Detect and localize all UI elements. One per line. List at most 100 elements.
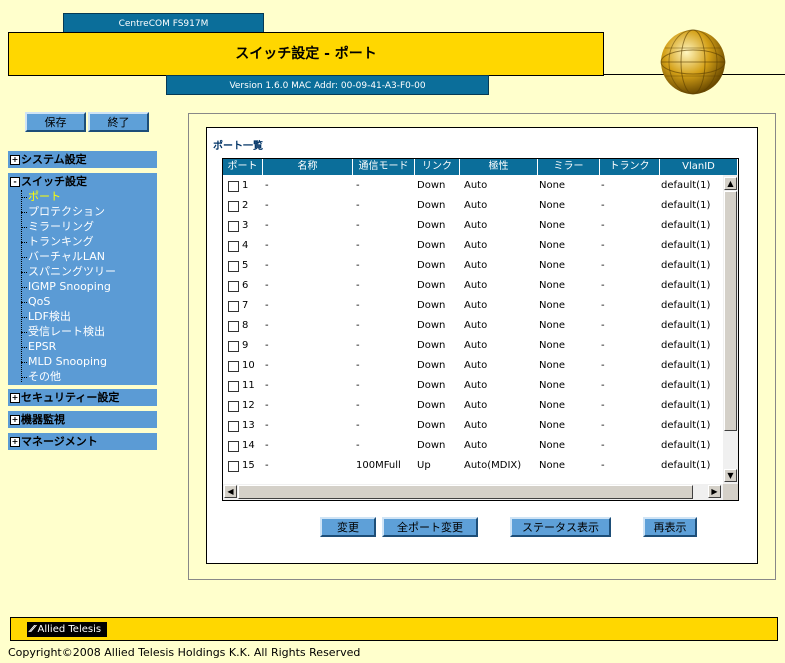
scroll-up-arrow-icon[interactable]: ▲ [724,177,737,190]
col-mirror[interactable]: ミラー [538,159,600,175]
port-checkbox[interactable] [228,261,239,272]
nav-item-vlan[interactable]: バーチャルLAN [28,250,105,264]
cell-link: Down [417,240,446,251]
table-row: 8 - - Down Auto None - default(1) [223,316,723,336]
cell-mirror: None [539,200,566,211]
tree-branch [21,197,27,198]
cell-vlan: default(1) [661,440,711,451]
nav-item-trunking[interactable]: トランキング [28,235,94,249]
cell-polarity: Auto [464,180,488,191]
col-link[interactable]: リンク [415,159,460,175]
tree-branch [21,377,27,378]
port-checkbox[interactable] [228,281,239,292]
port-checkbox[interactable] [228,381,239,392]
nav-management[interactable]: + マネージメント [8,433,157,450]
tree-branch [21,272,27,273]
nav-device-monitor[interactable]: + 機器監視 [8,411,157,428]
col-vlan[interactable]: VlanID [660,159,738,175]
cell-port: 2 [242,200,249,211]
nav-item-rx-rate[interactable]: 受信レート検出 [28,325,105,339]
cell-polarity: Auto [464,200,488,211]
nav-system-label: システム設定 [21,153,87,166]
nav-item-port[interactable]: ポート [28,190,61,204]
cell-mirror: None [539,260,566,271]
cell-mirror: None [539,220,566,231]
port-list-title: ポート一覧 [213,141,263,152]
port-checkbox[interactable] [228,361,239,372]
port-checkbox[interactable] [228,221,239,232]
cell-link: Down [417,340,446,351]
col-mode[interactable]: 通信モード [353,159,415,175]
scroll-down-arrow-icon[interactable]: ▼ [724,469,737,482]
port-checkbox[interactable] [228,401,239,412]
cell-port: 12 [242,400,255,411]
cell-vlan: default(1) [661,220,711,231]
horizontal-scroll-thumb[interactable] [238,485,693,499]
nav-item-qos[interactable]: QoS [28,295,50,309]
cell-name: - [265,400,269,411]
port-checkbox[interactable] [228,341,239,352]
col-name[interactable]: 名称 [263,159,353,175]
port-checkbox[interactable] [228,181,239,192]
cell-trunk: - [601,200,605,211]
scroll-left-arrow-icon[interactable]: ◀ [224,485,237,498]
cell-mode: - [356,340,360,351]
nav-system-settings[interactable]: + システム設定 [8,151,157,168]
expand-icon[interactable]: + [10,155,20,165]
nav-item-protection[interactable]: プロテクション [28,205,105,219]
nav-item-mld-snooping[interactable]: MLD Snooping [28,355,107,369]
cell-mode: - [356,220,360,231]
expand-icon[interactable]: + [10,437,20,447]
footer-bar: ⁄⁄ Allied Telesis [10,617,778,641]
cell-mode: - [356,240,360,251]
exit-button[interactable]: 終了 [88,112,149,132]
cell-mode: - [356,300,360,311]
expand-icon[interactable]: + [10,415,20,425]
nav-item-spanning-tree[interactable]: スパニングツリー [28,265,116,279]
cell-vlan: default(1) [661,460,711,471]
col-trunk[interactable]: トランク [600,159,660,175]
change-button[interactable]: 変更 [320,517,376,537]
collapse-icon[interactable]: - [10,177,20,187]
col-polarity[interactable]: 極性 [460,159,538,175]
port-checkbox[interactable] [228,201,239,212]
col-port[interactable]: ポート [223,159,263,175]
change-all-ports-button[interactable]: 全ポート変更 [382,517,478,537]
nav-item-other[interactable]: その他 [28,370,61,384]
cell-trunk: - [601,180,605,191]
nav-item-epsr[interactable]: EPSR [28,340,56,354]
save-button[interactable]: 保存 [25,112,86,132]
table-row: 15-100MFull Up Auto(MDIX) None - default(1) [223,456,723,476]
port-checkbox[interactable] [228,421,239,432]
cell-mode: - [356,280,360,291]
version-bar: Version 1.6.0 MAC Addr: 00-09-41-A3-F0-0… [166,75,489,95]
port-checkbox[interactable] [228,441,239,452]
nav-security-settings[interactable]: + セキュリティー設定 [8,389,157,406]
nav-item-igmp-snooping[interactable]: IGMP Snooping [28,280,111,294]
tree-branch [21,302,27,303]
nav-item-mirroring[interactable]: ミラーリング [28,220,94,234]
cell-mode: - [356,400,360,411]
port-checkbox[interactable] [228,301,239,312]
nav-item-ldf[interactable]: LDF検出 [28,310,71,324]
tree-branch [21,332,27,333]
cell-trunk: - [601,400,605,411]
cell-vlan: default(1) [661,260,711,271]
cell-vlan: default(1) [661,340,711,351]
vertical-scroll-thumb[interactable] [724,191,737,431]
port-checkbox[interactable] [228,461,239,472]
table-row: 12- - Down Auto None - default(1) [223,396,723,416]
cell-vlan: default(1) [661,380,711,391]
horizontal-scrollbar[interactable]: ◀ ▶ [223,484,723,500]
vertical-scrollbar[interactable]: ▲ ▼ [723,175,738,484]
expand-icon[interactable]: + [10,393,20,403]
refresh-button[interactable]: 再表示 [643,517,697,537]
scroll-right-arrow-icon[interactable]: ▶ [708,485,721,498]
cell-mode: - [356,440,360,451]
port-checkbox[interactable] [228,321,239,332]
status-display-button[interactable]: ステータス表示 [510,517,611,537]
cell-trunk: - [601,380,605,391]
nav-switch-header[interactable]: - スイッチ設定 [10,173,87,190]
cell-port: 5 [242,260,249,271]
port-checkbox[interactable] [228,241,239,252]
